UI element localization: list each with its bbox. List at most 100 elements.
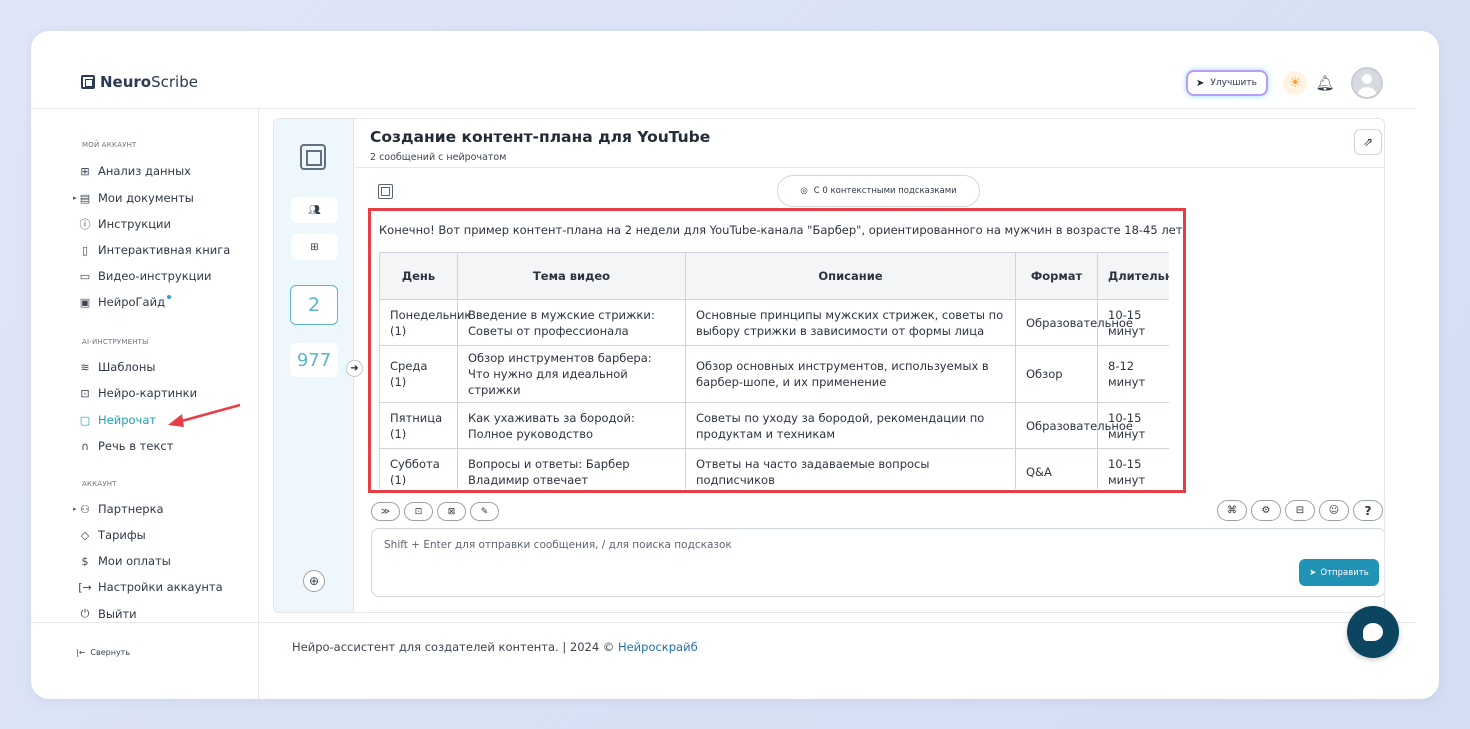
message-toolbar: ≫ ⊡ ⊠ ✎ [371,502,499,521]
message-input-box: ➤ Отправить [371,528,1384,597]
upgrade-label: Улучшить [1210,78,1257,88]
panel-icon[interactable]: ⊟ [1285,500,1315,521]
sidebar-item-neurochat[interactable]: ▢ Нейрочат [78,411,156,429]
sidebar-item-label: НейроГайд [98,295,166,309]
header-divider [355,167,1384,168]
sidebar-item-tariffs[interactable]: ◇ Тарифы [78,526,146,544]
message-input[interactable] [372,529,1384,596]
sidebar-item-label: Шаблоны [98,360,156,374]
chat-icon: ▢ [79,413,91,427]
red-highlight-frame [368,208,1186,493]
send-label: Отправить [1320,567,1369,578]
dollar-icon: $ [81,554,89,568]
section-ai-tools: AI-ИНСТРУМЕНТЫ [82,338,149,346]
layers-icon: ≋ [80,360,90,374]
sidebar-item-interactive-book[interactable]: ▯ Интерактивная книга [78,241,230,259]
video-icon: ▭ [79,269,91,283]
app-window: Neuro Scribe ➤ Улучшить ☀ 🔔︎ МОЙ АККАУНТ … [31,31,1439,699]
sidebar-item-label: Нейро-картинки [98,386,198,400]
sidebar-item-label: Мои оплаты [98,554,171,568]
sidebar-item-label: Видео-инструкции [98,269,212,283]
sidebar-item-templates[interactable]: ≋ Шаблоны [78,358,155,376]
sidebar-item-label: Интерактивная книга [98,243,231,257]
sidebar-item-neuroguide[interactable]: ▣ НейроГайд [78,293,172,311]
support-chat-icon[interactable] [1347,606,1399,658]
image-icon: ⊡ [80,386,90,400]
grid-icon: ⊞ [80,164,90,178]
robot-icon[interactable]: ☺ [1319,500,1349,521]
section-my-account: МОЙ АККАУНТ [82,141,137,149]
sidebar-item-label: Партнерка [98,502,164,516]
chat-subtitle: 2 сообщений с нейрочатом [370,152,507,163]
guide-icon: ▣ [79,295,91,309]
footer-link[interactable]: Нейроскрайб [618,640,698,654]
sidebar-item-label: Мои документы [98,191,194,205]
hints-label: С 0 контекстными подсказками [813,186,957,196]
sidebar-item-instructions[interactable]: ⓘ Инструкции [78,215,171,233]
tokens-count: 977 [290,343,338,377]
footer-text: Нейро-ассистент для создателей контента.… [292,640,618,654]
messages-count: 2 [290,285,338,325]
users-icon: ⚇ [80,502,90,516]
chat-title: Создание контент-плана для YouTube [370,128,711,146]
collapse-button[interactable]: |← Свернуть [76,648,130,657]
logo-light: Scribe [151,73,198,91]
logo-bold: Neuro [100,73,152,91]
chat-tools: ⌘ ⚙ ⊟ ☺ ? [1217,500,1383,521]
expand-arrow-icon[interactable]: ➜ [346,360,363,377]
annotation-arrow-icon [168,403,241,427]
grid-icon[interactable]: ⊞ [291,234,338,260]
sidebar-item-payments[interactable]: $ Мои оплаты [78,552,171,570]
section-account: АККАУНТ [82,480,117,488]
sidebar-item-label: Выйти [98,607,137,621]
new-chat-plus-icon[interactable]: ⊕ [303,570,325,592]
logo[interactable]: Neuro Scribe [81,73,198,91]
collapse-label: Свернуть [90,648,131,657]
context-hints-button[interactable]: ◎ С 0 контекстными подсказками [777,175,980,207]
magic-wand-icon[interactable]: ✎ [470,502,499,521]
collapse-icon: |← [76,648,86,657]
help-icon[interactable]: ? [1353,500,1383,521]
rocket-icon: ➤ [1196,77,1205,89]
avatar[interactable] [1351,67,1383,99]
sidebar-divider [31,622,259,623]
logo-icon [81,75,95,89]
footer: Нейро-ассистент для создателей контента.… [260,622,1415,672]
top-bar: Neuro Scribe ➤ Улучшить ☀ 🔔︎ [31,31,1415,109]
collapse-down-icon[interactable]: ≫ [371,502,400,521]
share-icon[interactable]: ⇗ [1354,129,1382,155]
login-icon: [→ [78,580,92,594]
help-circle-icon: ⓘ [79,218,91,231]
sidebar-item-my-documents[interactable]: ▸ ▤ Мои документы [73,189,194,207]
sidebar-item-speech-to-text[interactable]: ∩ Речь в текст [78,437,173,455]
document-icon: ▤ [79,191,91,205]
upgrade-button[interactable]: ➤ Улучшить [1186,70,1268,96]
chat-rail: 👥︎ ⊞ 2 977 ⊕ [274,119,354,612]
send-button[interactable]: ➤ Отправить [1299,559,1379,586]
new-badge-dot [167,295,172,299]
palette-icon: ◎ [800,186,808,196]
assistant-avatar-icon [378,184,393,199]
book-icon: ▯ [81,243,89,257]
sun-icon[interactable]: ☀ [1283,71,1307,95]
download-icon[interactable]: ⊡ [404,502,433,521]
settings-icon[interactable]: ⚙ [1251,500,1281,521]
chat-panel: 👥︎ ⊞ 2 977 ⊕ ➜ Создание контент-плана дл… [273,118,1385,613]
send-icon: ➤ [1309,567,1317,578]
image-export-icon[interactable]: ⊠ [437,502,466,521]
sidebar-item-video-instructions[interactable]: ▭ Видео-инструкции [78,267,212,285]
sidebar-item-account-settings[interactable]: [→ Настройки аккаунта [78,578,223,596]
plugin-icon[interactable]: ⌘ [1217,500,1247,521]
headphones-icon: ∩ [80,439,90,453]
sidebar-item-label: Настройки аккаунта [98,580,223,594]
caret-right-icon: ▸ [73,194,77,202]
sidebar-item-data-analysis[interactable]: ⊞ Анализ данных [78,162,191,180]
users-icon[interactable]: 👥︎ [291,197,338,223]
caret-right-icon: ▸ [73,505,77,513]
sidebar-item-label: Тарифы [98,528,146,542]
sidebar-item-logout[interactable]: ⏻ Выйти [78,605,137,623]
bell-icon[interactable]: 🔔︎ [1314,72,1336,94]
sidebar-item-label: Анализ данных [98,164,191,178]
sidebar-item-partner[interactable]: ▸ ⚇ Партнерка [73,500,164,518]
sidebar-item-label: Инструкции [98,217,171,231]
